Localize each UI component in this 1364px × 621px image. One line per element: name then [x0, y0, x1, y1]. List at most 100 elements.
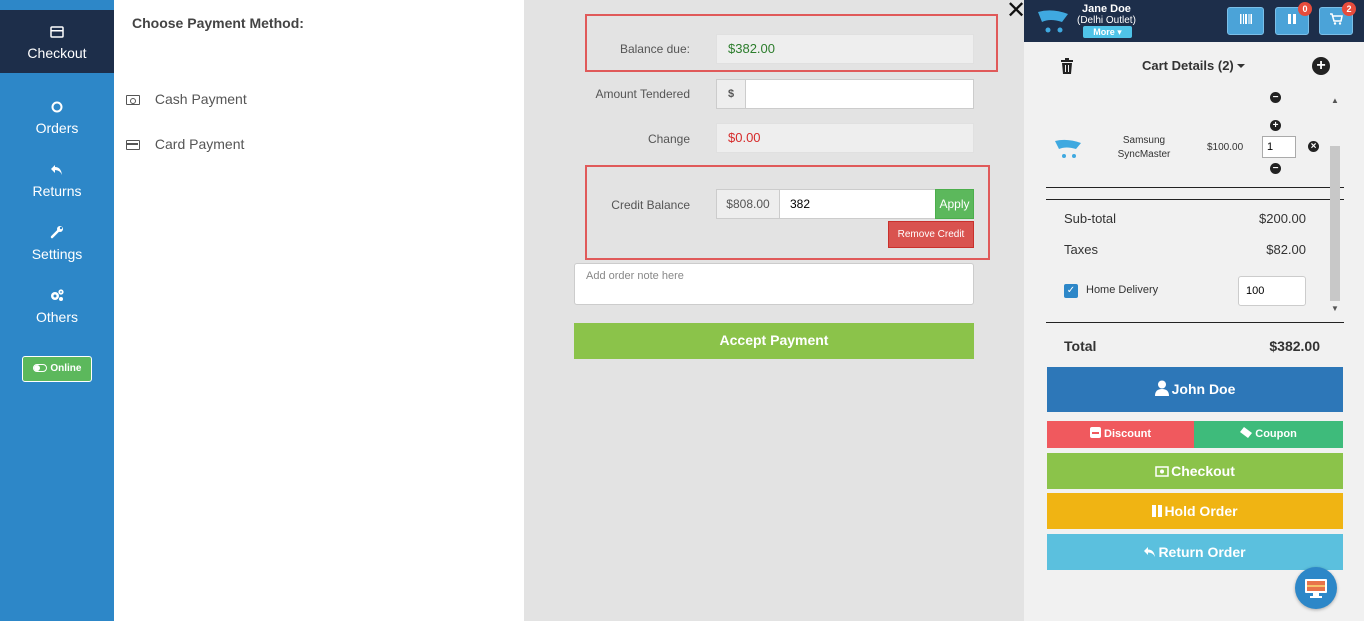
cart-panel: Jane Doe (Delhi Outlet) More ▾ 0 2 Cart … — [1024, 0, 1364, 621]
add-item-icon[interactable]: + — [1312, 57, 1330, 75]
monitor-icon — [1304, 578, 1328, 603]
customer-name: John Doe — [1171, 381, 1236, 397]
scroll-thumb[interactable] — [1330, 146, 1340, 301]
divider — [1046, 199, 1344, 200]
toggle-on-icon — [32, 364, 47, 373]
scroll-down-icon[interactable]: ▼ — [1331, 304, 1339, 313]
discount-button[interactable]: Discount — [1047, 421, 1194, 448]
user-icon — [1154, 369, 1169, 414]
circle-icon — [0, 99, 114, 119]
nav-label: Settings — [31, 246, 83, 262]
total-label: Total — [1064, 338, 1097, 354]
plus-circle-icon[interactable]: + — [1270, 120, 1281, 131]
nav-label: Returns — [32, 183, 82, 199]
divider — [1046, 322, 1344, 323]
payment-methods-title: Choose Payment Method: — [132, 15, 304, 31]
payment-methods-panel: Choose Payment Method: Cash Payment Card… — [114, 0, 524, 621]
balance-due-label: Balance due: — [619, 42, 690, 56]
subtotal-value: $200.00 — [1259, 211, 1306, 226]
caret-down-icon — [1236, 64, 1245, 68]
cogs-icon — [0, 288, 114, 308]
return-order-label: Return Order — [1158, 544, 1246, 560]
taxes-value: $82.00 — [1266, 242, 1306, 257]
minus-circle-icon[interactable]: − — [1270, 92, 1281, 103]
cash-payment-option[interactable]: Cash Payment — [126, 91, 247, 107]
nav-item-orders[interactable]: Orders — [0, 85, 114, 148]
nav-item-returns[interactable]: Returns — [0, 148, 114, 211]
cart-details-dropdown[interactable]: Cart Details (2) — [1142, 58, 1245, 73]
trash-icon[interactable] — [1060, 58, 1074, 74]
nav-item-settings[interactable]: Settings — [0, 211, 114, 274]
barcode-button[interactable] — [1227, 7, 1264, 35]
currency-addon: $ — [716, 79, 746, 109]
home-delivery-label: Home Delivery — [1086, 284, 1159, 296]
coupon-label: Coupon — [1255, 428, 1297, 440]
checkout-label: Checkout — [1171, 463, 1235, 479]
hold-order-button[interactable]: Hold Order — [1047, 493, 1343, 529]
hold-orders-button[interactable]: 0 — [1275, 2, 1312, 35]
nav-item-others[interactable]: Others — [0, 274, 114, 337]
customer-button[interactable]: John Doe — [1047, 367, 1343, 412]
minus-square-icon — [1089, 427, 1101, 438]
credit-balance-value: $808.00 — [716, 189, 780, 219]
cart-item-qty-input[interactable] — [1262, 136, 1296, 158]
wrench-icon — [0, 225, 114, 245]
credit-amount-input[interactable] — [779, 189, 936, 219]
online-label: Online — [50, 363, 82, 374]
more-button[interactable]: More ▾ — [1083, 26, 1132, 38]
cash-payment-label: Cash Payment — [154, 91, 247, 107]
cart-scrollbar[interactable]: ▲ ▼ — [1330, 96, 1340, 314]
cart-item-price: $100.00 — [1207, 142, 1244, 153]
cart-details-title: Cart Details (2) — [1142, 58, 1234, 73]
scroll-up-icon[interactable]: ▲ — [1331, 96, 1339, 105]
pause-icon — [1286, 13, 1298, 28]
card-payment-label: Card Payment — [154, 136, 245, 152]
nav-item-checkout[interactable]: Checkout — [0, 10, 114, 73]
online-toggle[interactable]: Online — [22, 356, 92, 382]
checkout-button[interactable]: Checkout — [1047, 453, 1343, 489]
reply-icon — [1144, 535, 1156, 571]
accept-payment-button[interactable]: Accept Payment — [574, 323, 974, 359]
divider — [1046, 187, 1344, 188]
taxes-label: Taxes — [1064, 242, 1098, 257]
cart-button[interactable]: 2 — [1319, 2, 1356, 35]
barcode-icon — [1239, 13, 1253, 28]
subtotal-label: Sub-total — [1064, 211, 1117, 226]
total-value: $382.00 — [1269, 338, 1320, 354]
user-name: Jane Doe — [1082, 3, 1131, 15]
payment-form: ✕ Balance due: $382.00 Amount Tendered $… — [524, 0, 1026, 621]
amount-tendered-label: Amount Tendered — [595, 87, 690, 101]
ticket-icon — [1240, 422, 1253, 449]
money-icon — [0, 24, 114, 44]
credit-balance-label: Credit Balance — [611, 198, 690, 212]
remove-item-icon[interactable]: × — [1308, 141, 1319, 152]
shopping-cart-icon — [1329, 13, 1343, 28]
coupon-button[interactable]: Coupon — [1194, 421, 1343, 448]
pause-icon — [1152, 494, 1163, 530]
money-icon — [1155, 454, 1169, 490]
credit-card-icon — [126, 140, 140, 150]
card-payment-option[interactable]: Card Payment — [126, 136, 244, 152]
reply-icon — [0, 162, 114, 182]
apply-credit-button[interactable]: Apply — [935, 189, 974, 219]
balance-due-value: $382.00 — [716, 34, 974, 64]
cart-item-name: Samsung SyncMaster — [1117, 135, 1171, 160]
change-value: $0.00 — [716, 123, 974, 153]
delivery-charge-input[interactable] — [1238, 276, 1306, 306]
outlet-name: (Delhi Outlet) — [1077, 15, 1136, 26]
home-delivery-checkbox[interactable]: ✓ — [1064, 284, 1078, 298]
customer-display-button[interactable] — [1295, 567, 1337, 609]
hold-order-label: Hold Order — [1164, 503, 1238, 519]
remove-credit-button[interactable]: Remove Credit — [888, 221, 974, 248]
order-note-textarea[interactable]: Add order note here — [574, 263, 974, 305]
more-label: More — [1093, 27, 1115, 37]
nav-label: Checkout — [27, 45, 87, 61]
amount-tendered-input[interactable] — [745, 79, 974, 109]
return-order-button[interactable]: Return Order — [1047, 534, 1343, 570]
cart-header: Jane Doe (Delhi Outlet) More ▾ 0 2 — [1024, 0, 1364, 42]
money-icon — [126, 95, 140, 105]
change-label: Change — [647, 132, 690, 146]
hold-count-badge: 0 — [1298, 2, 1312, 16]
cart-logo-icon — [1036, 8, 1070, 41]
minus-circle-icon[interactable]: − — [1270, 163, 1281, 174]
